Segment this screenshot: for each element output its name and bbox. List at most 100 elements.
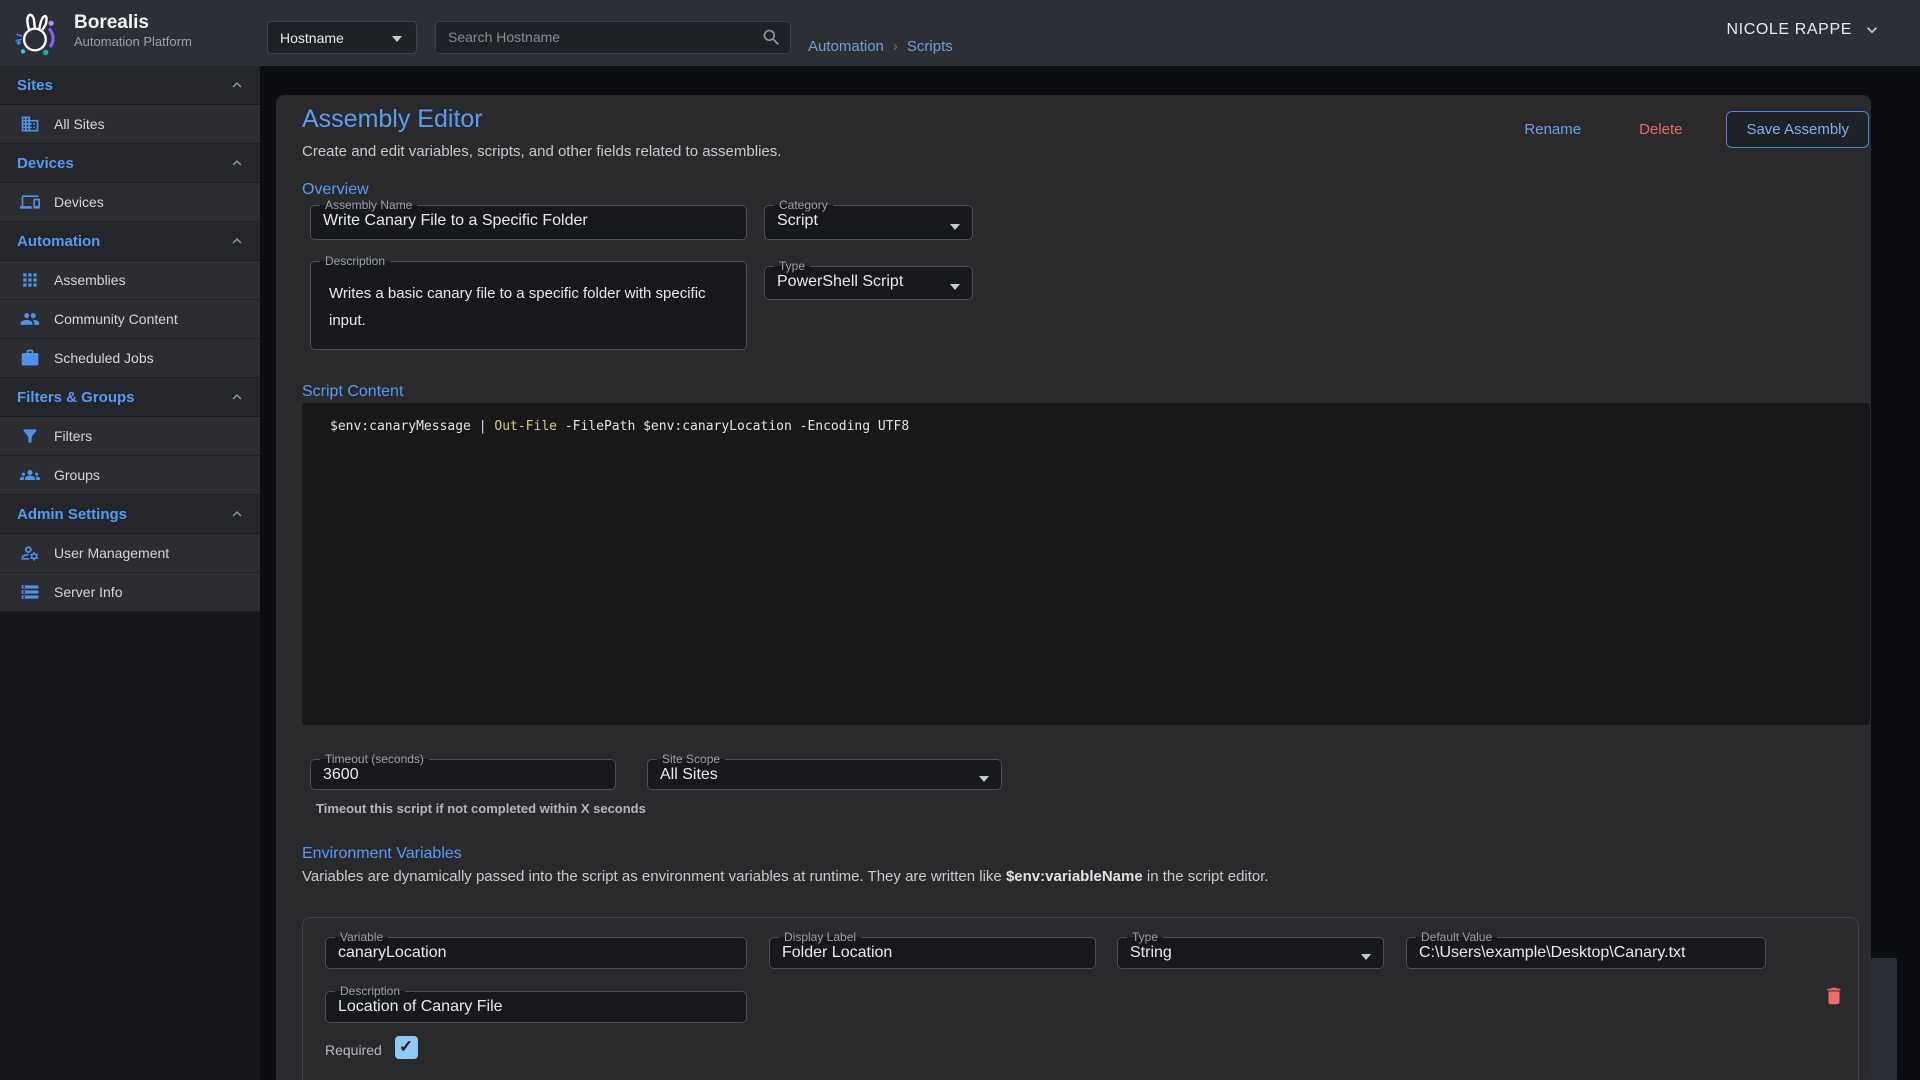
breadcrumb-separator: › [893, 38, 898, 55]
hostname-select-value: Hostname [280, 30, 344, 46]
chevron-down-icon [950, 224, 960, 230]
variable-type-label: Type [1127, 931, 1163, 944]
category-value: Script [765, 212, 972, 230]
sidebar-item-user-management[interactable]: User Management [0, 534, 260, 573]
sidebar-item-devices[interactable]: Devices [0, 183, 260, 222]
display-label-field[interactable]: Display Label Folder Location [769, 931, 1096, 969]
variable-name-label: Variable [335, 931, 388, 944]
search-input[interactable]: Search Hostname [435, 21, 791, 54]
briefcase-icon [20, 348, 40, 368]
search-placeholder: Search Hostname [448, 22, 560, 53]
devices-icon [20, 192, 40, 212]
search-icon[interactable] [761, 27, 782, 48]
breadcrumb-automation[interactable]: Automation [808, 38, 884, 55]
required-checkbox[interactable] [395, 1036, 418, 1059]
variable-name-field[interactable]: Variable canaryLocation [325, 931, 747, 969]
assembly-editor-card: Assembly Editor Create and edit variable… [276, 95, 1871, 1080]
site-scope-select[interactable]: Site Scope All Sites [647, 753, 1002, 790]
variable-name-value: canaryLocation [326, 944, 746, 962]
overview-section-label: Overview [302, 181, 369, 199]
scrollbar-thumb[interactable] [1871, 958, 1897, 1080]
default-value-value: C:\Users\example\Desktop\Canary.txt [1407, 944, 1765, 962]
sidebar-item-community-content[interactable]: Community Content [0, 300, 260, 339]
groups-icon [20, 465, 40, 485]
description-label: Description [320, 255, 390, 268]
default-value-field[interactable]: Default Value C:\Users\example\Desktop\C… [1406, 931, 1766, 969]
sidebar-item-filters[interactable]: Filters [0, 417, 260, 456]
chevron-up-icon [228, 505, 246, 523]
save-assembly-button[interactable]: Save Assembly [1726, 111, 1869, 148]
rename-button[interactable]: Rename [1506, 113, 1599, 146]
sidebar-section-devices[interactable]: Devices [0, 144, 260, 183]
people-icon [20, 309, 40, 329]
variable-description-label: Description [335, 985, 405, 998]
category-select[interactable]: Category Script [764, 199, 973, 240]
required-label: Required [325, 1042, 382, 1058]
assembly-name-label: Assembly Name [320, 199, 417, 212]
chevron-up-icon [228, 76, 246, 94]
script-code-line: $env:canaryMessage | Out-File -FilePath … [330, 417, 909, 437]
code-keyword: Out-File [494, 419, 557, 434]
environment-variables-section-label: Environment Variables [302, 845, 462, 863]
chevron-up-icon [228, 232, 246, 250]
chevron-down-icon [1862, 20, 1882, 40]
delete-button[interactable]: Delete [1621, 113, 1700, 146]
category-label: Category [774, 199, 833, 212]
code-text: $env:canaryMessage | [330, 419, 494, 434]
assembly-name-field[interactable]: Assembly Name Write Canary File to a Spe… [310, 199, 747, 240]
user-menu[interactable]: NICOLE RAPPE [1727, 20, 1882, 40]
sidebar-item-all-sites[interactable]: All Sites [0, 105, 260, 144]
script-content-section-label: Script Content [302, 383, 403, 401]
description-value: Writes a basic canary file to a specific… [311, 280, 746, 334]
display-label-label: Display Label [779, 931, 861, 944]
display-label-value: Folder Location [770, 944, 1095, 962]
building-icon [20, 114, 40, 134]
sidebar-section-automation[interactable]: Automation [0, 222, 260, 261]
timeout-value: 3600 [311, 766, 615, 784]
variable-description-field[interactable]: Description Location of Canary File [325, 985, 747, 1023]
brand-tagline: Automation Platform [74, 34, 192, 50]
env-desc-variable-token: $env:variableName [1006, 868, 1143, 885]
server-icon [20, 582, 40, 602]
chevron-up-icon [228, 388, 246, 406]
page-subtitle: Create and edit variables, scripts, and … [302, 143, 781, 160]
sidebar-item-assemblies[interactable]: Assemblies [0, 261, 260, 300]
sidebar-section-admin-settings[interactable]: Admin Settings [0, 495, 260, 534]
type-select[interactable]: Type PowerShell Script [764, 260, 973, 300]
variable-description-value: Location of Canary File [326, 998, 746, 1016]
sidebar-section-sites[interactable]: Sites [0, 66, 260, 105]
chevron-down-icon [979, 776, 989, 782]
hostname-select[interactable]: Hostname [267, 21, 417, 54]
script-code-editor[interactable]: $env:canaryMessage | Out-File -FilePath … [302, 403, 1870, 725]
timeout-label: Timeout (seconds) [320, 753, 429, 766]
default-value-label: Default Value [1416, 931, 1497, 944]
user-name: NICOLE RAPPE [1727, 21, 1852, 39]
code-text: -FilePath $env:canaryLocation -Encoding … [557, 419, 909, 434]
brand-name: Borealis [74, 12, 192, 34]
filter-icon [20, 426, 40, 446]
site-scope-value: All Sites [648, 766, 1001, 784]
chevron-down-icon [950, 284, 960, 290]
chevron-down-icon [1361, 954, 1371, 960]
variable-type-select[interactable]: Type String [1117, 931, 1384, 969]
user-gear-icon [20, 543, 40, 563]
variable-type-value: String [1118, 944, 1383, 962]
timeout-field[interactable]: Timeout (seconds) 3600 [310, 753, 616, 790]
chevron-down-icon [392, 36, 402, 42]
trash-icon[interactable] [1823, 983, 1845, 1009]
sidebar-item-groups[interactable]: Groups [0, 456, 260, 495]
description-field[interactable]: Description Writes a basic canary file t… [310, 255, 747, 350]
breadcrumb: Automation › Scripts [808, 38, 953, 55]
sidebar-item-scheduled-jobs[interactable]: Scheduled Jobs [0, 339, 260, 378]
chevron-up-icon [228, 154, 246, 172]
type-label: Type [774, 260, 810, 273]
breadcrumb-scripts[interactable]: Scripts [907, 38, 953, 55]
site-scope-label: Site Scope [657, 753, 725, 766]
sidebar-section-filters-groups[interactable]: Filters & Groups [0, 378, 260, 417]
topbar: Borealis Automation Platform Hostname Se… [0, 0, 1920, 66]
sidebar: Sites All Sites Devices Devices Automati… [0, 66, 260, 1080]
env-desc-text: in the script editor. [1143, 868, 1269, 885]
action-bar: Rename Delete Save Assembly [1506, 111, 1869, 148]
sidebar-item-server-info[interactable]: Server Info [0, 573, 260, 612]
timeout-helper-text: Timeout this script if not completed wit… [316, 801, 646, 816]
